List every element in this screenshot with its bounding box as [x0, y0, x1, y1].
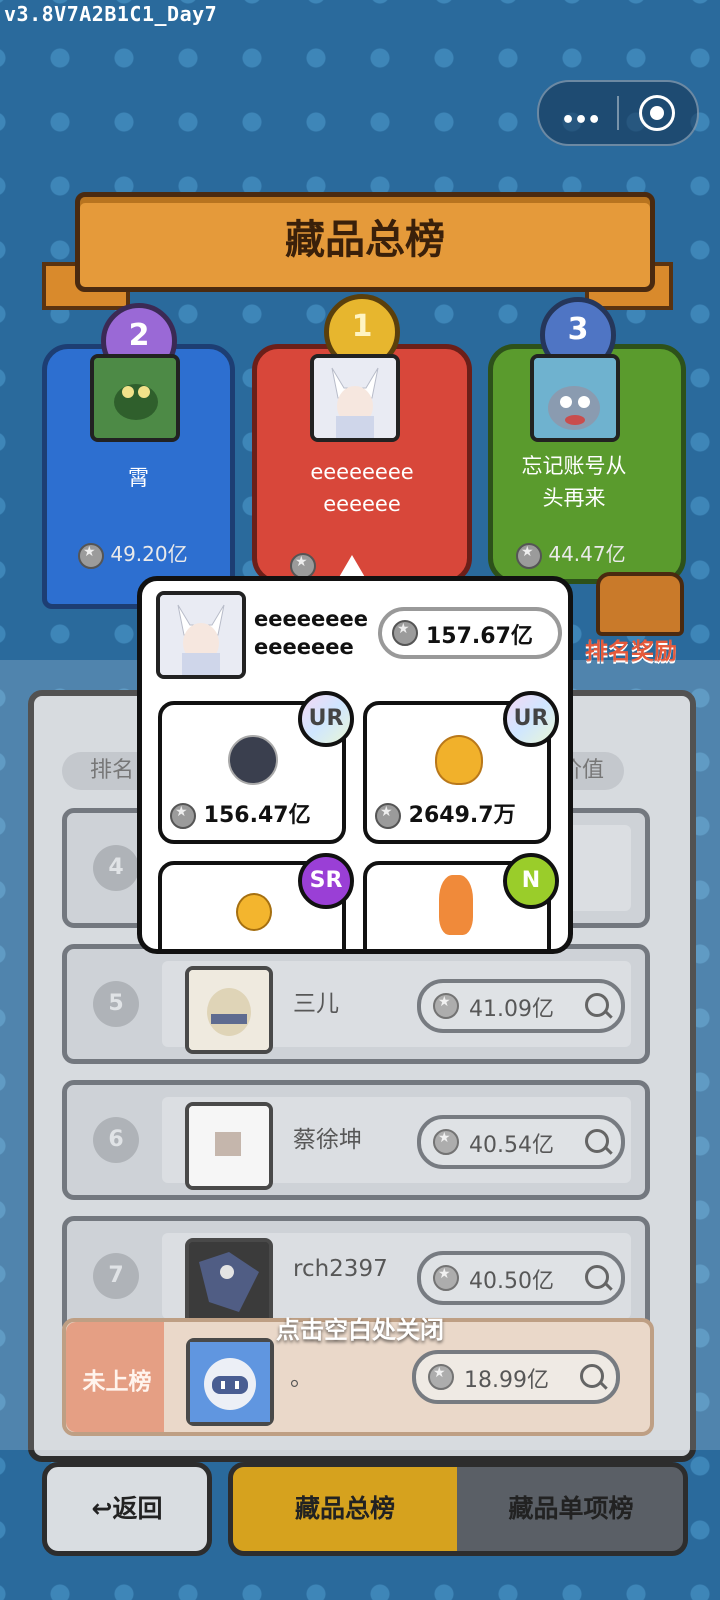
more-icon[interactable]: ••• [561, 108, 601, 133]
treasure-chest-icon[interactable] [596, 572, 684, 636]
capsule-divider [617, 96, 619, 130]
avatar-first [310, 354, 400, 442]
tab-single[interactable]: 藏品单项榜 [459, 1467, 683, 1551]
coin-icon [375, 803, 401, 829]
coin-icon [78, 542, 104, 569]
coin-icon [290, 552, 316, 579]
podium-value-third: 44.47亿 [516, 538, 626, 569]
back-button[interactable]: ↩返回 [42, 1462, 212, 1556]
popup-avatar [156, 591, 246, 679]
mini-program-capsule: ••• [537, 80, 699, 146]
golden-apple-icon [435, 735, 483, 785]
podium-value-second: 49.20亿 [78, 538, 188, 569]
close-hint: 点击空白处关闭 [276, 1316, 444, 1344]
close-target-icon[interactable] [639, 95, 675, 131]
tab-total[interactable]: 藏品总榜 [233, 1467, 457, 1551]
foxgirl-avatar-icon [314, 358, 396, 438]
foxgirl-avatar-icon [160, 595, 242, 675]
coin-icon [392, 620, 418, 646]
podium-name-second: 霄 [128, 466, 149, 490]
popup-user-name: eeeeeeee eeeeeee [254, 607, 368, 659]
coin-icon [516, 542, 542, 569]
item-value: 2649.7万 [375, 797, 516, 829]
rarity-badge-ur: UR [298, 691, 354, 747]
podium-name-third: 忘记账号从 头再来 [521, 454, 627, 510]
avatar-third [530, 354, 620, 442]
popup-total-value-pill: 157.67亿 [378, 607, 562, 659]
collection-popup: eeeeeeeeeeeeeee 157.67亿 156.47亿 UR 2649.… [137, 576, 573, 954]
gold-medal-icon [236, 893, 272, 931]
page-title: 藏品总榜 [285, 217, 445, 263]
avatar-second [90, 354, 180, 442]
podium-value-first [290, 552, 316, 579]
coin-icon [170, 803, 196, 829]
item-value: 156.47亿 [170, 797, 311, 829]
koi-fish-icon [439, 875, 473, 935]
cartoon-cat-avatar-icon [534, 358, 616, 438]
rarity-badge-ur: UR [503, 691, 559, 747]
rarity-badge-sr: SR [298, 853, 354, 909]
character-card-icon [228, 735, 278, 785]
version-label: v3.8V7A2B1C1_Day7 [4, 2, 218, 26]
rarity-badge-n: N [503, 853, 559, 909]
dragon-avatar-icon [94, 358, 176, 438]
tab-bar: 藏品总榜 藏品单项榜 [228, 1462, 688, 1556]
podium-name-first: eeeeeeee eeeeee [310, 460, 414, 516]
